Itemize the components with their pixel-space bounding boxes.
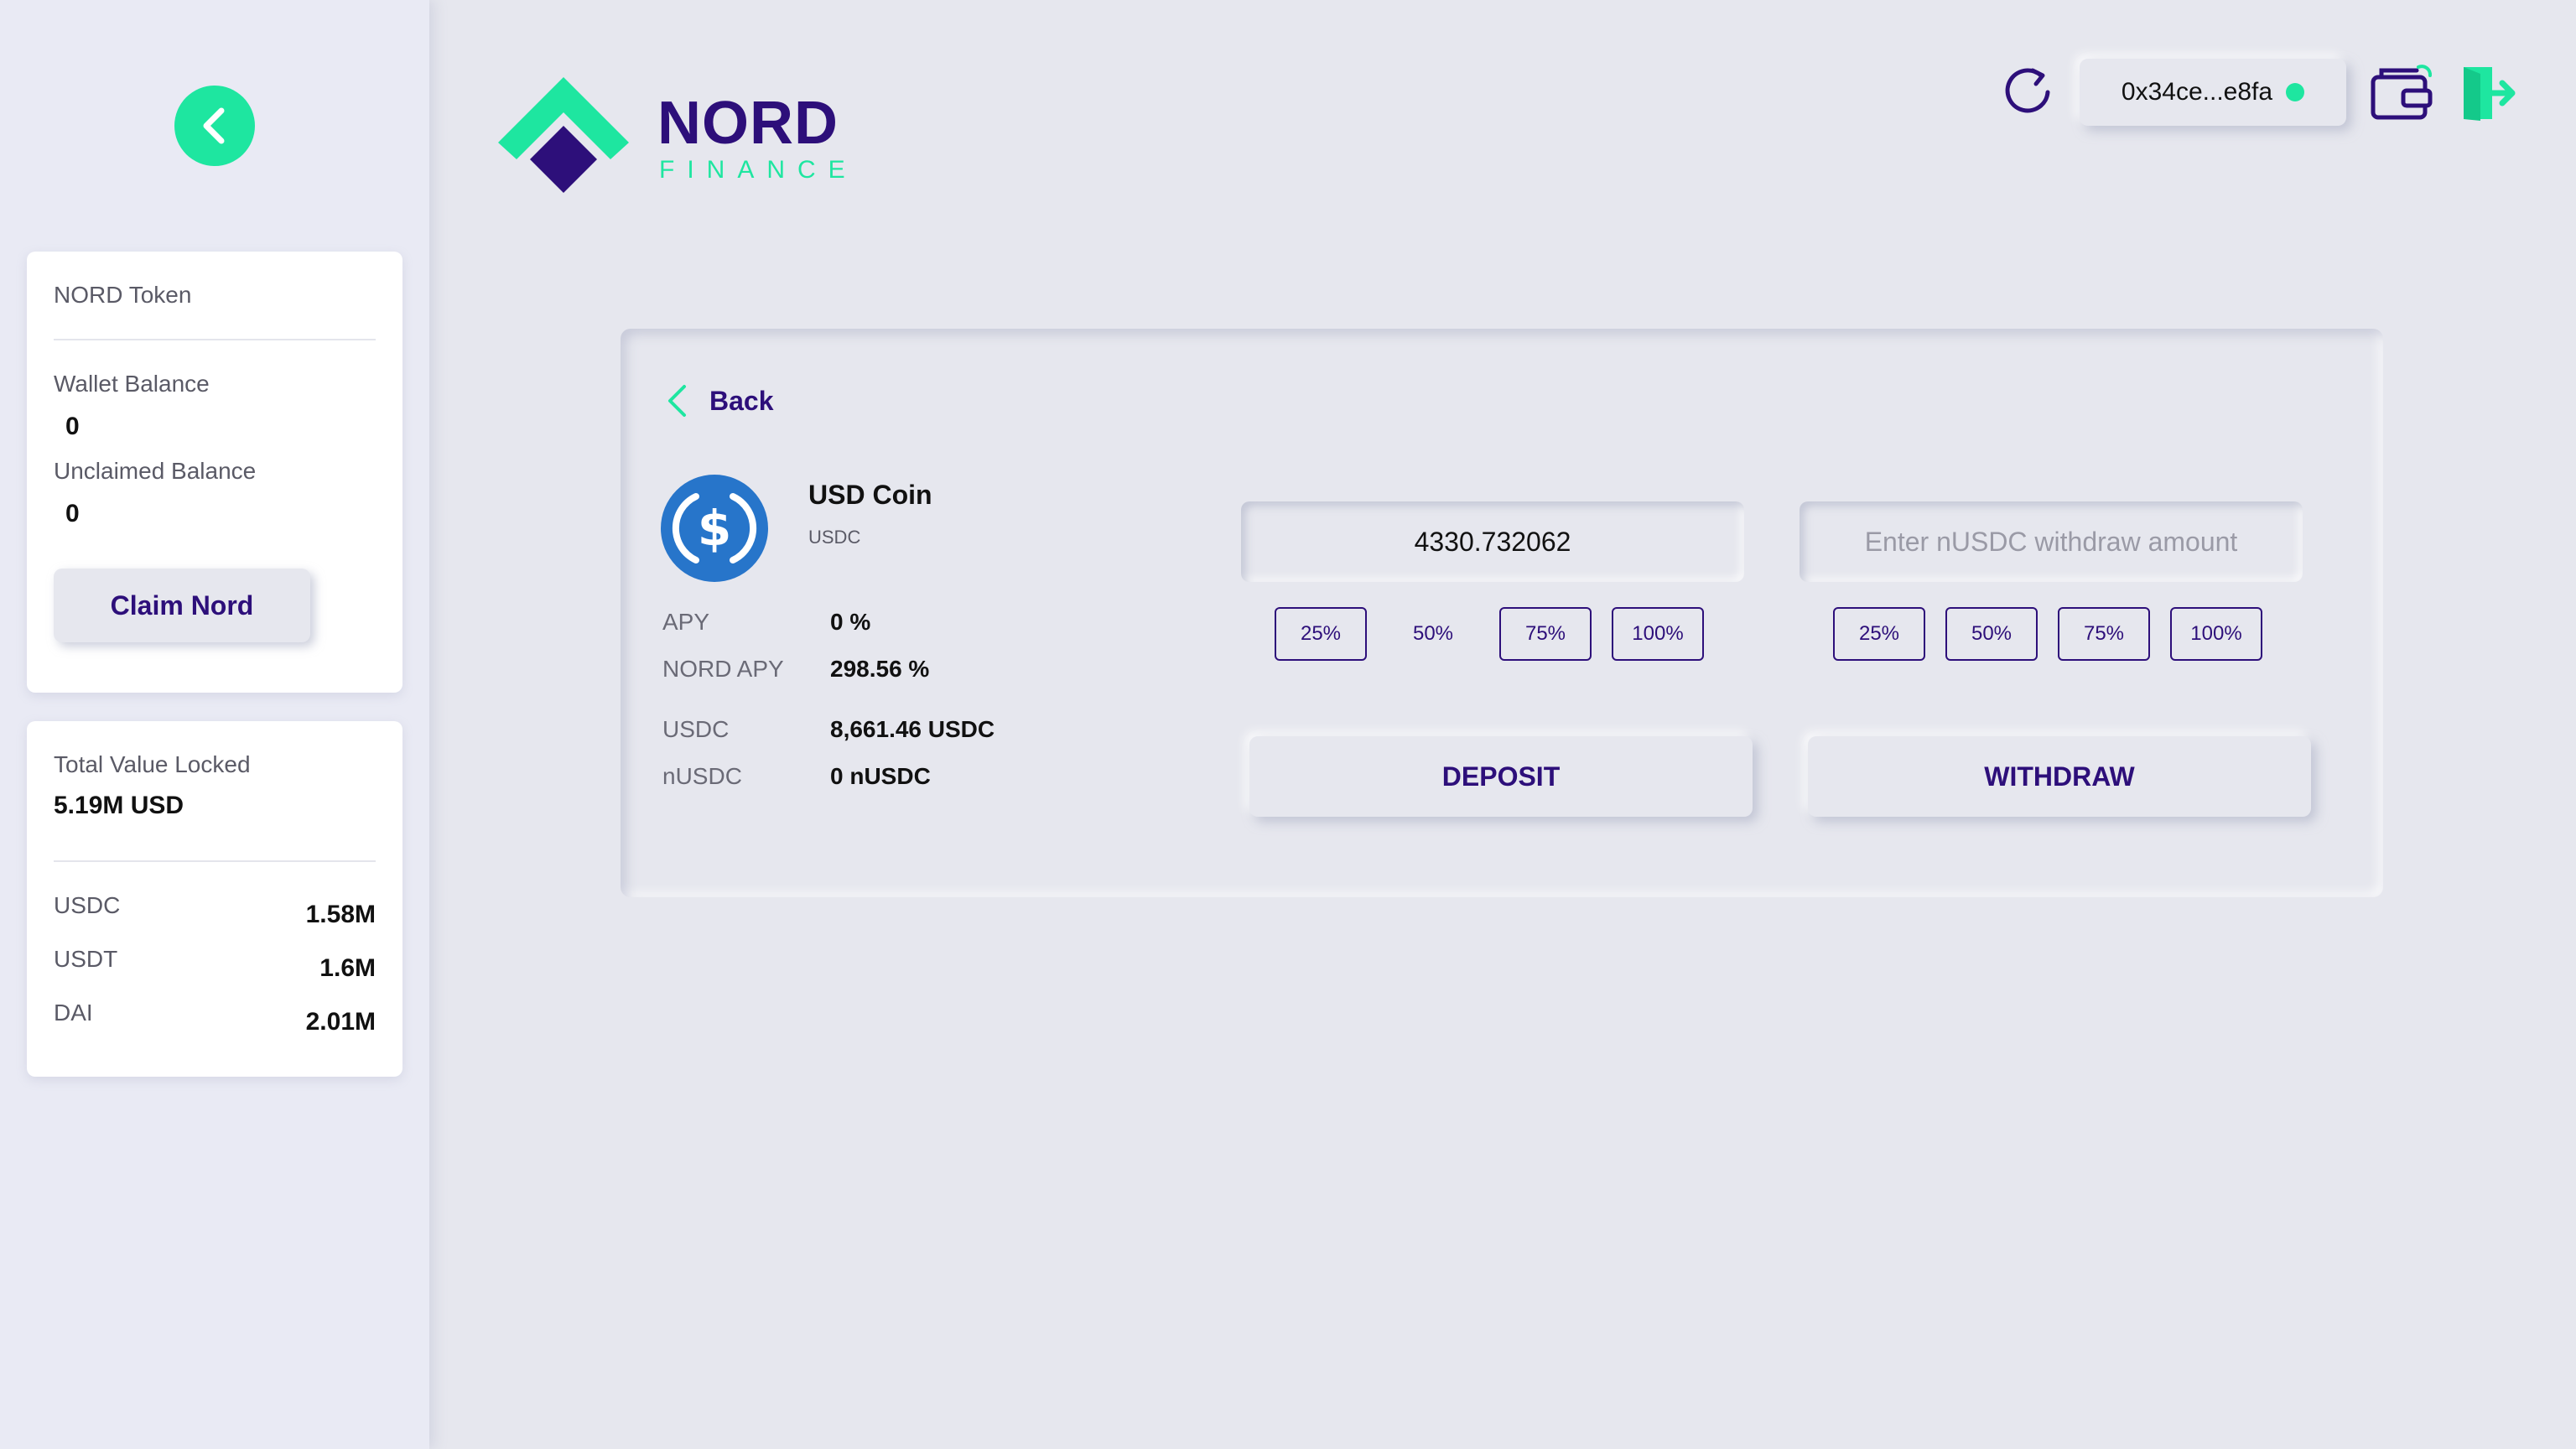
logout-icon[interactable] [2460,64,2519,122]
usdc-balance-label: USDC [662,716,730,742]
back-link[interactable]: Back [666,384,774,418]
chevron-left-icon [203,107,225,144]
tvl-item-value: 1.58M [305,901,376,928]
coin-name: USD Coin [808,480,932,510]
nord-token-title: NORD Token [54,282,192,308]
tvl-card: Total Value Locked 5.19M USD USDC 1.58M … [27,721,402,1077]
back-label: Back [709,385,774,416]
unclaimed-balance-label: Unclaimed Balance [54,458,257,484]
logo-mark-icon [498,77,629,193]
withdraw-amount-input[interactable] [1800,501,2303,582]
logo-word: NORD [657,90,839,157]
nord-apy-label: NORD APY [662,656,784,682]
coin-symbol: USDC [808,527,861,548]
wallet-balance-label: Wallet Balance [54,371,210,397]
withdraw-25-button[interactable]: 25% [1833,607,1925,661]
withdraw-button[interactable]: WITHDRAW [1808,736,2311,817]
tvl-item-value: 2.01M [305,1008,376,1036]
nord-apy-value: 298.56 % [830,656,930,682]
chevron-left-icon [668,385,686,417]
nord-token-card: NORD Token Wallet Balance 0 Unclaimed Ba… [27,252,402,693]
tvl-item-label: USDC [54,892,121,918]
usdc-balance-value: 8,661.46 USDC [830,716,995,742]
refresh-icon[interactable] [2001,64,2054,117]
wallet-address-button[interactable]: 0x34ce...e8fa [2080,59,2346,126]
nusdc-balance-value: 0 nUSDC [830,763,931,789]
deposit-25-button[interactable]: 25% [1275,607,1367,661]
connected-status-dot [2286,83,2305,101]
claim-nord-button[interactable]: Claim Nord [54,569,310,642]
tvl-item-value: 1.6M [319,954,376,982]
deposit-100-button[interactable]: 100% [1612,607,1704,661]
tvl-title: Total Value Locked [54,751,251,777]
withdraw-50-button[interactable]: 50% [1945,607,2038,661]
deposit-amount-input[interactable] [1241,501,1744,582]
logo-subtitle: FINANCE [659,156,858,184]
tvl-item-label: USDT [54,946,118,972]
sidebar: NORD Token Wallet Balance 0 Unclaimed Ba… [0,0,429,1449]
unclaimed-balance-value: 0 [65,500,80,527]
wallet-address: 0x34ce...e8fa [2121,78,2273,106]
usdc-coin-icon: $ [661,475,768,582]
deposit-button[interactable]: DEPOSIT [1249,736,1753,817]
divider [54,339,376,340]
withdraw-100-button[interactable]: 100% [2170,607,2262,661]
deposit-75-button[interactable]: 75% [1499,607,1592,661]
tvl-total: 5.19M USD [54,792,184,819]
withdraw-75-button[interactable]: 75% [2058,607,2150,661]
nusdc-balance-label: nUSDC [662,763,742,789]
deposit-50-button[interactable]: 50% [1387,607,1479,661]
tvl-item-label: DAI [54,1000,93,1026]
wallet-icon[interactable] [2370,64,2435,122]
apy-label: APY [662,609,710,635]
svg-text:$: $ [698,500,731,557]
collapse-sidebar-button[interactable] [174,86,255,166]
apy-value: 0 % [830,609,871,635]
nord-finance-logo[interactable]: NORD FINANCE [498,75,850,210]
divider [54,860,376,862]
vault-panel: Back $ USD Coin USDC APY 0 % NORD APY 29… [621,329,2383,897]
wallet-balance-value: 0 [65,413,80,440]
